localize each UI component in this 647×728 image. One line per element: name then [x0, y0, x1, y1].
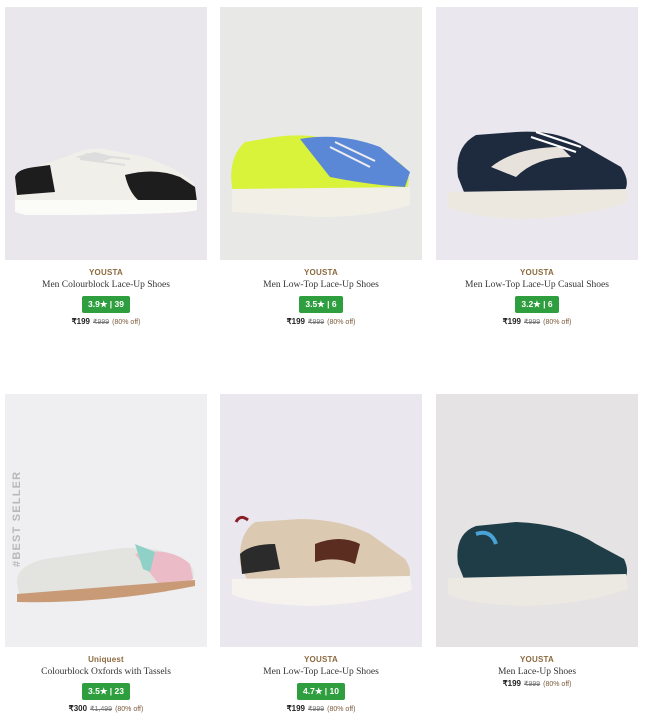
discount-label: (80% off) — [112, 319, 141, 326]
rating-badge: 3.9★ | 39 — [82, 296, 130, 313]
mrp-price: ₹999 — [308, 319, 325, 326]
product-brand: YOUSTA — [520, 268, 554, 277]
selling-price: ₹199 — [286, 317, 305, 326]
discount-label: (80% off) — [543, 681, 572, 688]
product-name[interactable]: Men Lace-Up Shoes — [436, 667, 638, 677]
product-image[interactable] — [220, 7, 422, 260]
product-brand: YOUSTA — [520, 655, 554, 664]
product-image[interactable] — [220, 394, 422, 647]
discount-label: (80% off) — [327, 706, 356, 713]
rating-badge: 3.5★ | 6 — [299, 296, 343, 313]
mrp-price: ₹999 — [524, 319, 541, 326]
product-grid: YOUSTA Men Colourblock Lace-Up Shoes 3.9… — [0, 0, 647, 728]
product-brand: YOUSTA — [304, 655, 338, 664]
discount-label: (80% off) — [115, 706, 144, 713]
selling-price: ₹199 — [502, 317, 521, 326]
mrp-price: ₹999 — [93, 319, 110, 326]
product-card[interactable]: YOUSTA Men Low-Top Lace-Up Shoes 3.5★ | … — [220, 7, 422, 326]
product-price: ₹199 ₹999 (80% off) — [436, 679, 638, 688]
product-card[interactable]: #BEST SELLER Uniquest Colourblock Oxford… — [5, 394, 207, 713]
product-price: ₹199 ₹999 (80% off) — [220, 317, 422, 326]
selling-price: ₹199 — [286, 704, 305, 713]
product-card[interactable]: YOUSTA Men Colourblock Lace-Up Shoes 3.9… — [5, 7, 207, 326]
product-name[interactable]: Colourblock Oxfords with Tassels — [5, 667, 207, 677]
product-price: ₹199 ₹999 (80% off) — [220, 704, 422, 713]
product-price: ₹199 ₹999 (80% off) — [5, 317, 207, 326]
product-name[interactable]: Men Colourblock Lace-Up Shoes — [5, 280, 207, 290]
product-card[interactable]: YOUSTA Men Lace-Up Shoes ₹199 ₹999 (80% of… — [436, 394, 638, 688]
product-image[interactable]: #BEST SELLER — [5, 394, 207, 647]
discount-label: (80% off) — [543, 319, 572, 326]
product-card[interactable]: YOUSTA Men Low-Top Lace-Up Casual Shoes … — [436, 7, 638, 326]
product-brand: Uniquest — [88, 655, 124, 664]
mrp-price: ₹999 — [524, 681, 541, 688]
selling-price: ₹199 — [502, 679, 521, 688]
mrp-price: ₹999 — [308, 706, 325, 713]
rating-badge: 3.5★ | 23 — [82, 683, 130, 700]
best-seller-badge: #BEST SELLER — [11, 470, 23, 567]
product-name[interactable]: Men Low-Top Lace-Up Shoes — [220, 280, 422, 290]
product-image[interactable] — [5, 7, 207, 260]
product-brand: YOUSTA — [304, 268, 338, 277]
product-price: ₹300 ₹1,499 (80% off) — [5, 704, 207, 713]
product-image[interactable] — [436, 394, 638, 647]
selling-price: ₹300 — [68, 704, 88, 713]
rating-badge: 4.7★ | 10 — [297, 683, 345, 700]
product-price: ₹199 ₹999 (80% off) — [436, 317, 638, 326]
product-brand: YOUSTA — [89, 268, 123, 277]
mrp-price: ₹1,499 — [90, 706, 113, 713]
product-image[interactable] — [436, 7, 638, 260]
rating-badge: 3.2★ | 6 — [515, 296, 559, 313]
selling-price: ₹199 — [71, 317, 90, 326]
discount-label: (80% off) — [327, 319, 356, 326]
product-card[interactable]: YOUSTA Men Low-Top Lace-Up Shoes 4.7★ | … — [220, 394, 422, 713]
product-name[interactable]: Men Low-Top Lace-Up Shoes — [220, 667, 422, 677]
product-name[interactable]: Men Low-Top Lace-Up Casual Shoes — [436, 280, 638, 290]
